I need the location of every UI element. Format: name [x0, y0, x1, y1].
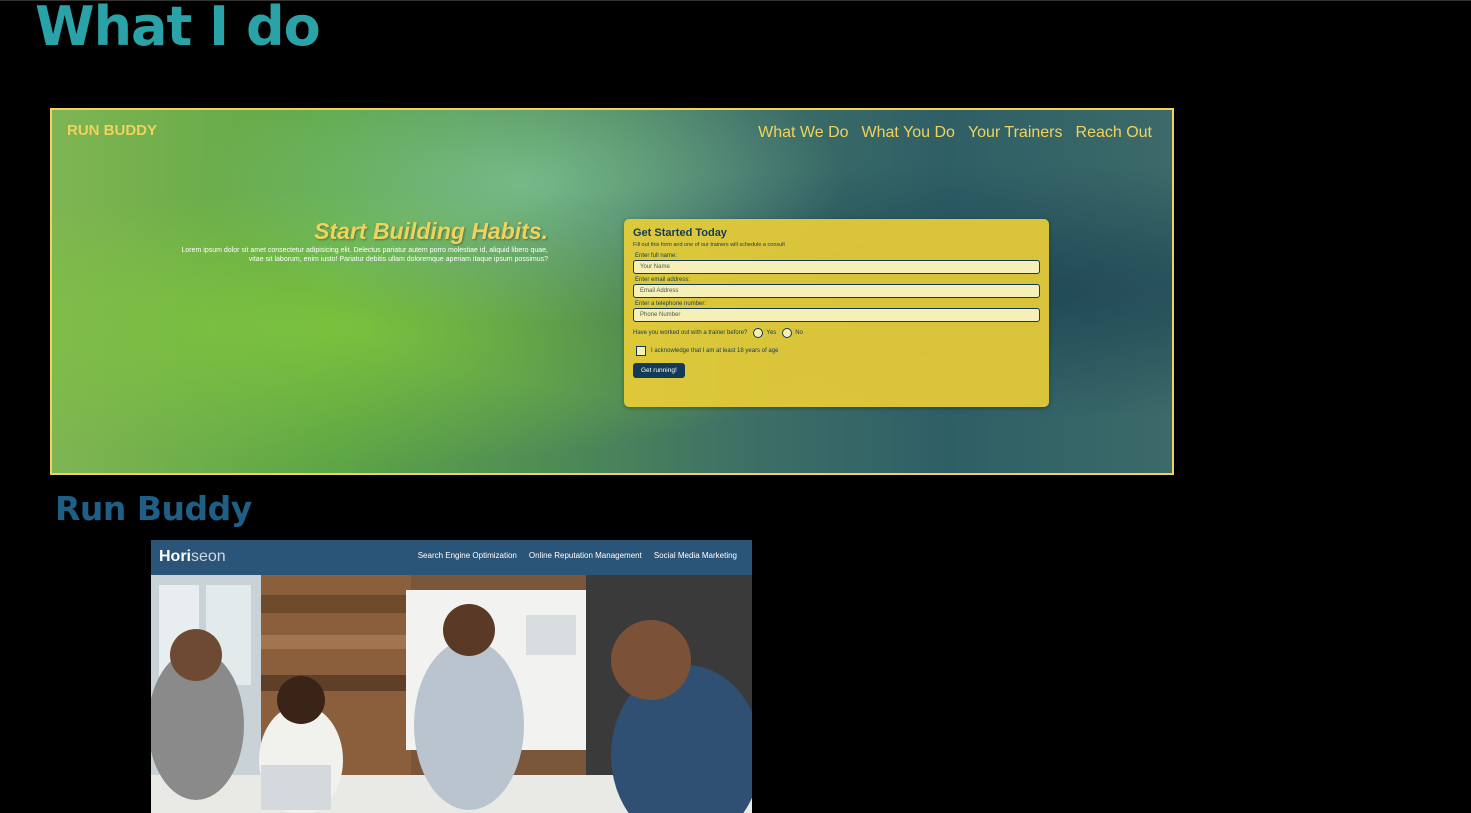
- age-ack-checkbox[interactable]: [636, 346, 646, 356]
- yes-radio[interactable]: [753, 328, 764, 338]
- run-buddy-logo: RUN BUDDY: [67, 122, 157, 139]
- nav-item-your-trainers[interactable]: Your Trainers: [968, 124, 1063, 142]
- team-meeting-photo: [151, 575, 752, 813]
- yes-label: Yes: [766, 330, 777, 336]
- run-buddy-screenshot[interactable]: RUN BUDDY What We Do What You Do Your Tr…: [50, 108, 1174, 475]
- hero-text: Lorem ipsum dolor sit amet consectetur a…: [181, 247, 548, 263]
- horiseon-logo-main: Hori: [159, 548, 191, 565]
- run-buddy-nav: What We Do What You Do Your Trainers Rea…: [758, 124, 1152, 142]
- nav-item-social-media[interactable]: Social Media Marketing: [654, 551, 737, 560]
- trainer-question: Have you worked out with a trainer befor…: [633, 330, 748, 336]
- project-title-run-buddy[interactable]: Run Buddy: [55, 489, 252, 528]
- get-running-button[interactable]: Get running!: [633, 363, 685, 378]
- section-title: What I do: [35, 0, 321, 58]
- name-field[interactable]: Your Name: [633, 260, 1040, 274]
- hero-title: Start Building Habits.: [314, 218, 548, 244]
- no-radio[interactable]: [782, 328, 793, 338]
- email-field[interactable]: Email Address: [633, 284, 1040, 298]
- form-title: Get Started Today: [633, 227, 727, 239]
- horiseon-nav: Search Engine Optimization Online Reputa…: [418, 551, 737, 560]
- nav-item-seo[interactable]: Search Engine Optimization: [418, 551, 517, 560]
- horiseon-header: Horiseon Search Engine Optimization Onli…: [151, 540, 752, 575]
- age-ack-label: I acknowledge that I am at least 18 year…: [651, 348, 779, 354]
- horiseon-logo-accent: seon: [191, 548, 226, 565]
- trainer-question-row: Have you worked out with a trainer befor…: [633, 328, 1040, 338]
- horiseon-logo: Horiseon: [159, 548, 226, 566]
- nav-item-what-we-do[interactable]: What We Do: [758, 124, 848, 142]
- nav-item-what-you-do[interactable]: What You Do: [862, 124, 955, 142]
- name-label: Enter full name:: [635, 253, 678, 259]
- age-ack-row: I acknowledge that I am at least 18 year…: [633, 346, 1040, 356]
- phone-label: Enter a telephone number:: [635, 301, 707, 307]
- nav-item-reach-out[interactable]: Reach Out: [1076, 124, 1152, 142]
- nav-item-reputation[interactable]: Online Reputation Management: [529, 551, 642, 560]
- horiseon-screenshot[interactable]: Horiseon Search Engine Optimization Onli…: [151, 540, 752, 813]
- phone-field[interactable]: Phone Number: [633, 308, 1040, 322]
- signup-form: Get Started Today Fill out this form and…: [624, 219, 1049, 407]
- email-label: Enter email address:: [635, 277, 691, 283]
- form-subtitle: Fill out this form and one of our traine…: [633, 242, 785, 248]
- no-label: No: [795, 330, 803, 336]
